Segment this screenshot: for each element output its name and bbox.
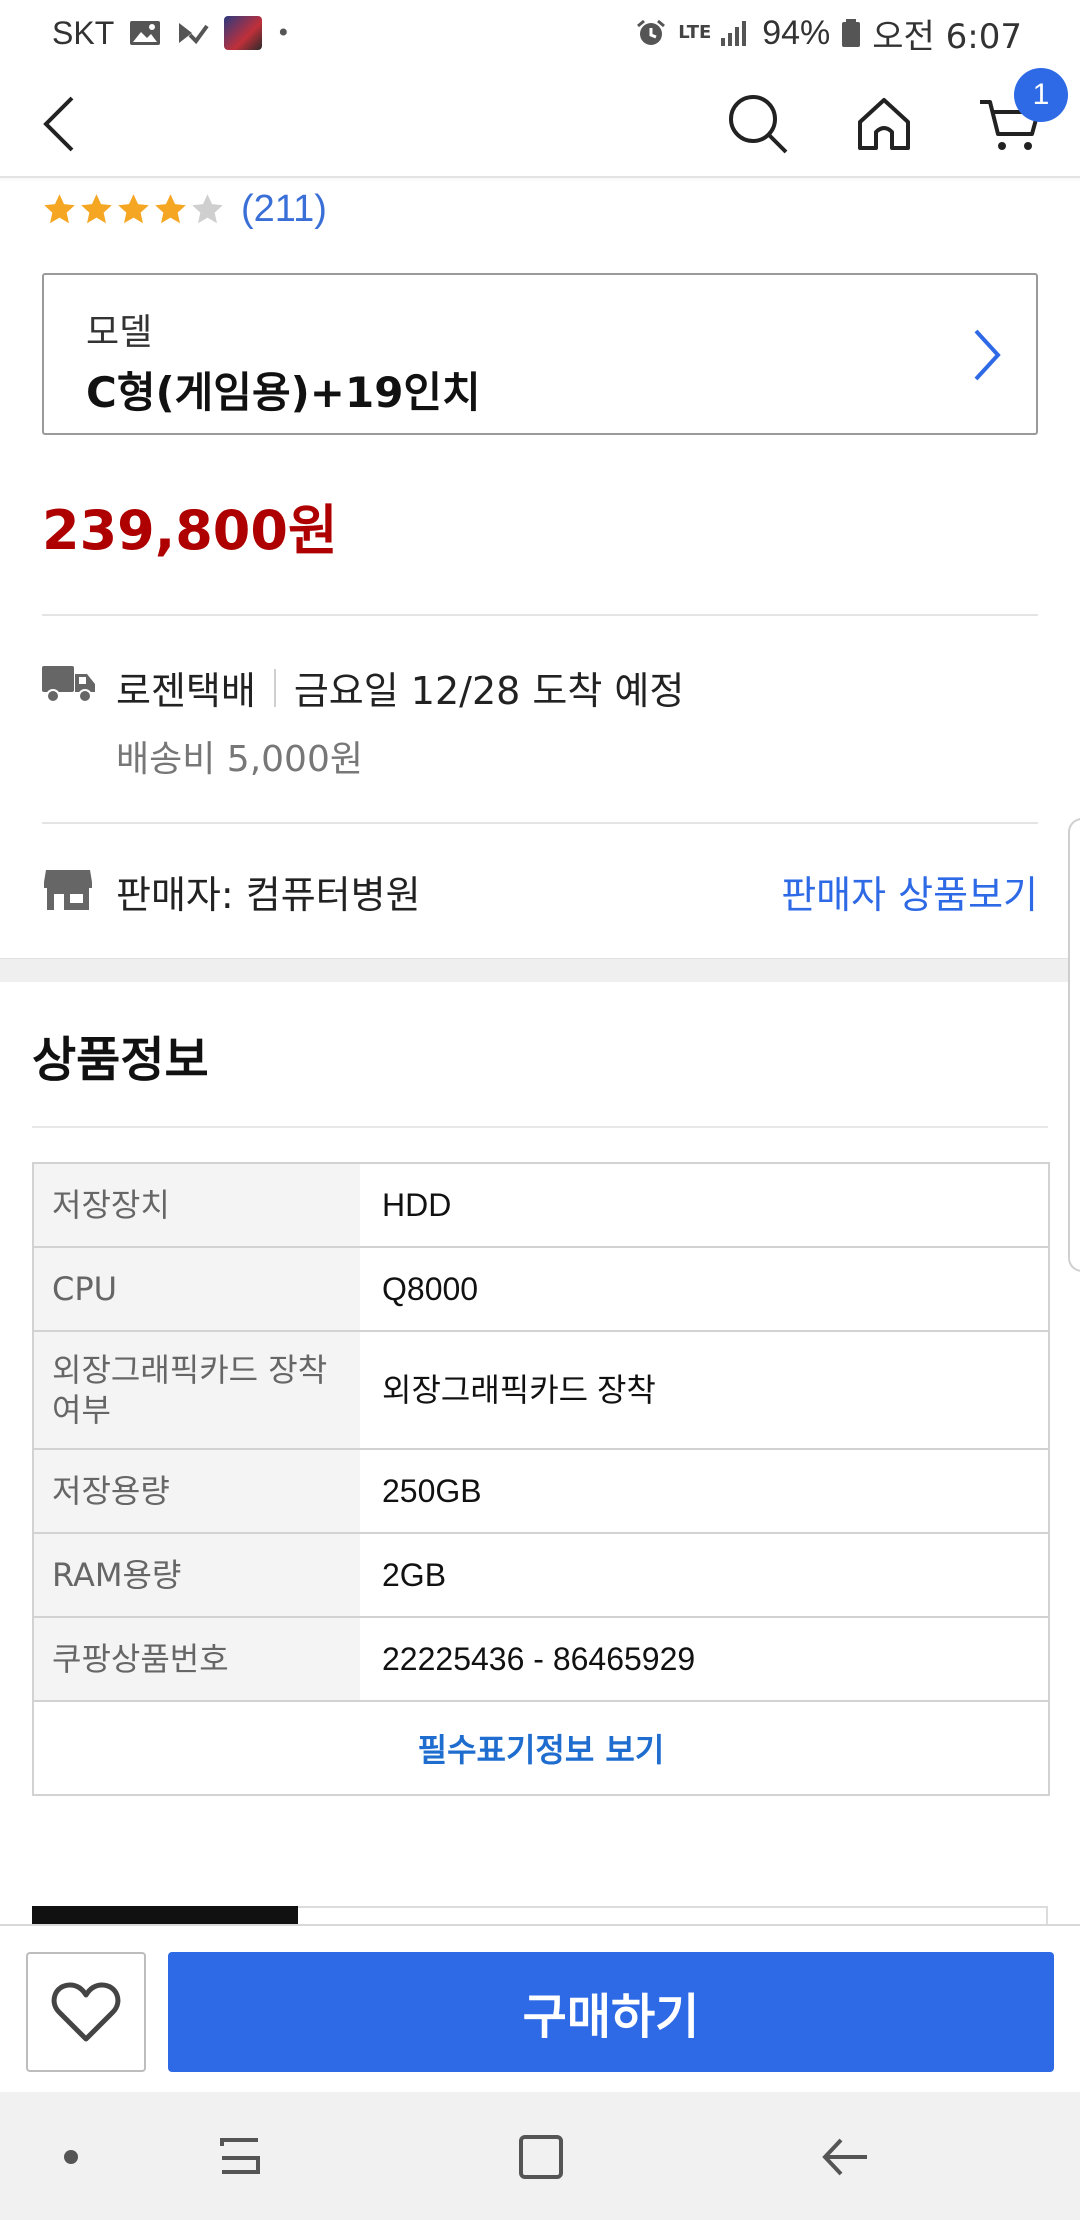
home-button[interactable] bbox=[844, 84, 924, 164]
chevron-right-icon bbox=[974, 329, 1001, 381]
app-notification-icon bbox=[224, 16, 263, 50]
home-nav-icon[interactable] bbox=[506, 2122, 576, 2192]
product-info-table: 저장장치 HDD CPU Q8000 외장그래픽카드 장착여부 외장그래픽카드 … bbox=[32, 1162, 1050, 1796]
cart-count-badge: 1 bbox=[1014, 68, 1068, 122]
info-key: 외장그래픽카드 장착여부 bbox=[34, 1332, 360, 1448]
product-price: 239,800원 bbox=[42, 499, 338, 562]
info-value: 22225436 - 86465929 bbox=[360, 1618, 1048, 1700]
signal-icon bbox=[721, 21, 747, 46]
carrier-label: SKT bbox=[52, 14, 115, 51]
section-title: 상품정보 bbox=[32, 1032, 209, 1088]
info-key: CPU bbox=[34, 1248, 360, 1330]
info-key: RAM용량 bbox=[34, 1534, 360, 1616]
truck-icon bbox=[42, 666, 95, 703]
alarm-icon bbox=[637, 19, 666, 45]
section-gap bbox=[0, 958, 1080, 982]
detail-tab-active[interactable] bbox=[32, 1906, 298, 1926]
system-nav-bar bbox=[0, 2092, 1080, 2220]
divider bbox=[42, 614, 1038, 616]
back-arrow-icon bbox=[43, 96, 74, 152]
divider bbox=[32, 1126, 1048, 1128]
star-filled-icon bbox=[44, 193, 75, 223]
info-value: HDD bbox=[360, 1164, 1048, 1246]
battery-icon bbox=[842, 19, 861, 47]
info-key: 저장장치 bbox=[34, 1164, 360, 1246]
gallery-notification-icon bbox=[130, 21, 161, 45]
info-value: 2GB bbox=[360, 1534, 1048, 1616]
shipping-fee: 배송비 5,000원 bbox=[116, 739, 363, 780]
info-value: 외장그래픽카드 장착 bbox=[360, 1332, 1048, 1448]
search-icon bbox=[729, 95, 788, 154]
recent-apps-icon[interactable] bbox=[205, 2122, 275, 2192]
star-empty-icon bbox=[192, 193, 223, 223]
seller-name: 판매자: 컴퓨터병원 bbox=[116, 873, 421, 917]
product-rating[interactable]: (211) bbox=[42, 184, 327, 234]
network-type: LTE bbox=[678, 22, 712, 43]
delivery-info: 로젠택배 금요일 12/28 도착 예정 bbox=[116, 660, 684, 715]
table-row: CPU Q8000 bbox=[34, 1248, 1048, 1332]
model-selector[interactable]: 모델 C형(게임용)+19인치 bbox=[42, 273, 1038, 435]
seller-products-link[interactable]: 판매자 상품보기 bbox=[781, 864, 1038, 919]
model-value: C형(게임용)+19인치 bbox=[86, 368, 481, 417]
required-info-button[interactable]: 필수표기정보 보기 bbox=[34, 1702, 1048, 1794]
table-row: 저장장치 HDD bbox=[34, 1164, 1048, 1248]
app-header bbox=[0, 66, 1080, 178]
divider bbox=[42, 822, 1038, 824]
status-left: SKT • bbox=[52, 12, 290, 54]
table-row: 쿠팡상품번호 22225436 - 86465929 bbox=[34, 1618, 1048, 1702]
home-icon bbox=[858, 98, 910, 150]
wishlist-button[interactable] bbox=[26, 1952, 146, 2072]
review-count[interactable]: (211) bbox=[241, 188, 327, 231]
delivery-eta: 금요일 12/28 도착 예정 bbox=[293, 669, 685, 713]
table-row: 외장그래픽카드 장착여부 외장그래픽카드 장착 bbox=[34, 1332, 1048, 1450]
table-row: 저장용량 250GB bbox=[34, 1450, 1048, 1534]
separator bbox=[273, 668, 276, 707]
more-notifications-icon: • bbox=[276, 19, 291, 47]
back-button[interactable] bbox=[20, 84, 100, 164]
buy-button[interactable]: 구매하기 bbox=[168, 1952, 1054, 2072]
search-button[interactable] bbox=[718, 84, 798, 164]
task-notification-icon bbox=[179, 23, 209, 45]
heart-icon bbox=[51, 1982, 121, 2042]
store-icon bbox=[44, 870, 92, 910]
status-bar: SKT • LTE 94% 오전 6:07 bbox=[0, 0, 1080, 66]
status-right: LTE 94% 오전 6:07 bbox=[634, 12, 1022, 57]
model-label: 모델 bbox=[86, 312, 153, 353]
rating-stars bbox=[42, 192, 225, 227]
table-row: RAM용량 2GB bbox=[34, 1534, 1048, 1618]
info-value: 250GB bbox=[360, 1450, 1048, 1532]
back-nav-icon[interactable] bbox=[810, 2122, 880, 2192]
delivery-carrier: 로젠택배 bbox=[116, 669, 256, 713]
info-key: 저장용량 bbox=[34, 1450, 360, 1532]
nav-dot-icon[interactable] bbox=[36, 2122, 106, 2192]
star-filled-icon bbox=[81, 193, 112, 223]
side-drawer-handle[interactable] bbox=[1068, 818, 1080, 1272]
battery-percent: 94% bbox=[762, 13, 831, 52]
star-filled-icon bbox=[118, 193, 149, 223]
star-filled-icon bbox=[155, 193, 186, 223]
info-value: Q8000 bbox=[360, 1248, 1048, 1330]
clock: 오전 6:07 bbox=[872, 16, 1022, 57]
info-key: 쿠팡상품번호 bbox=[34, 1618, 360, 1700]
